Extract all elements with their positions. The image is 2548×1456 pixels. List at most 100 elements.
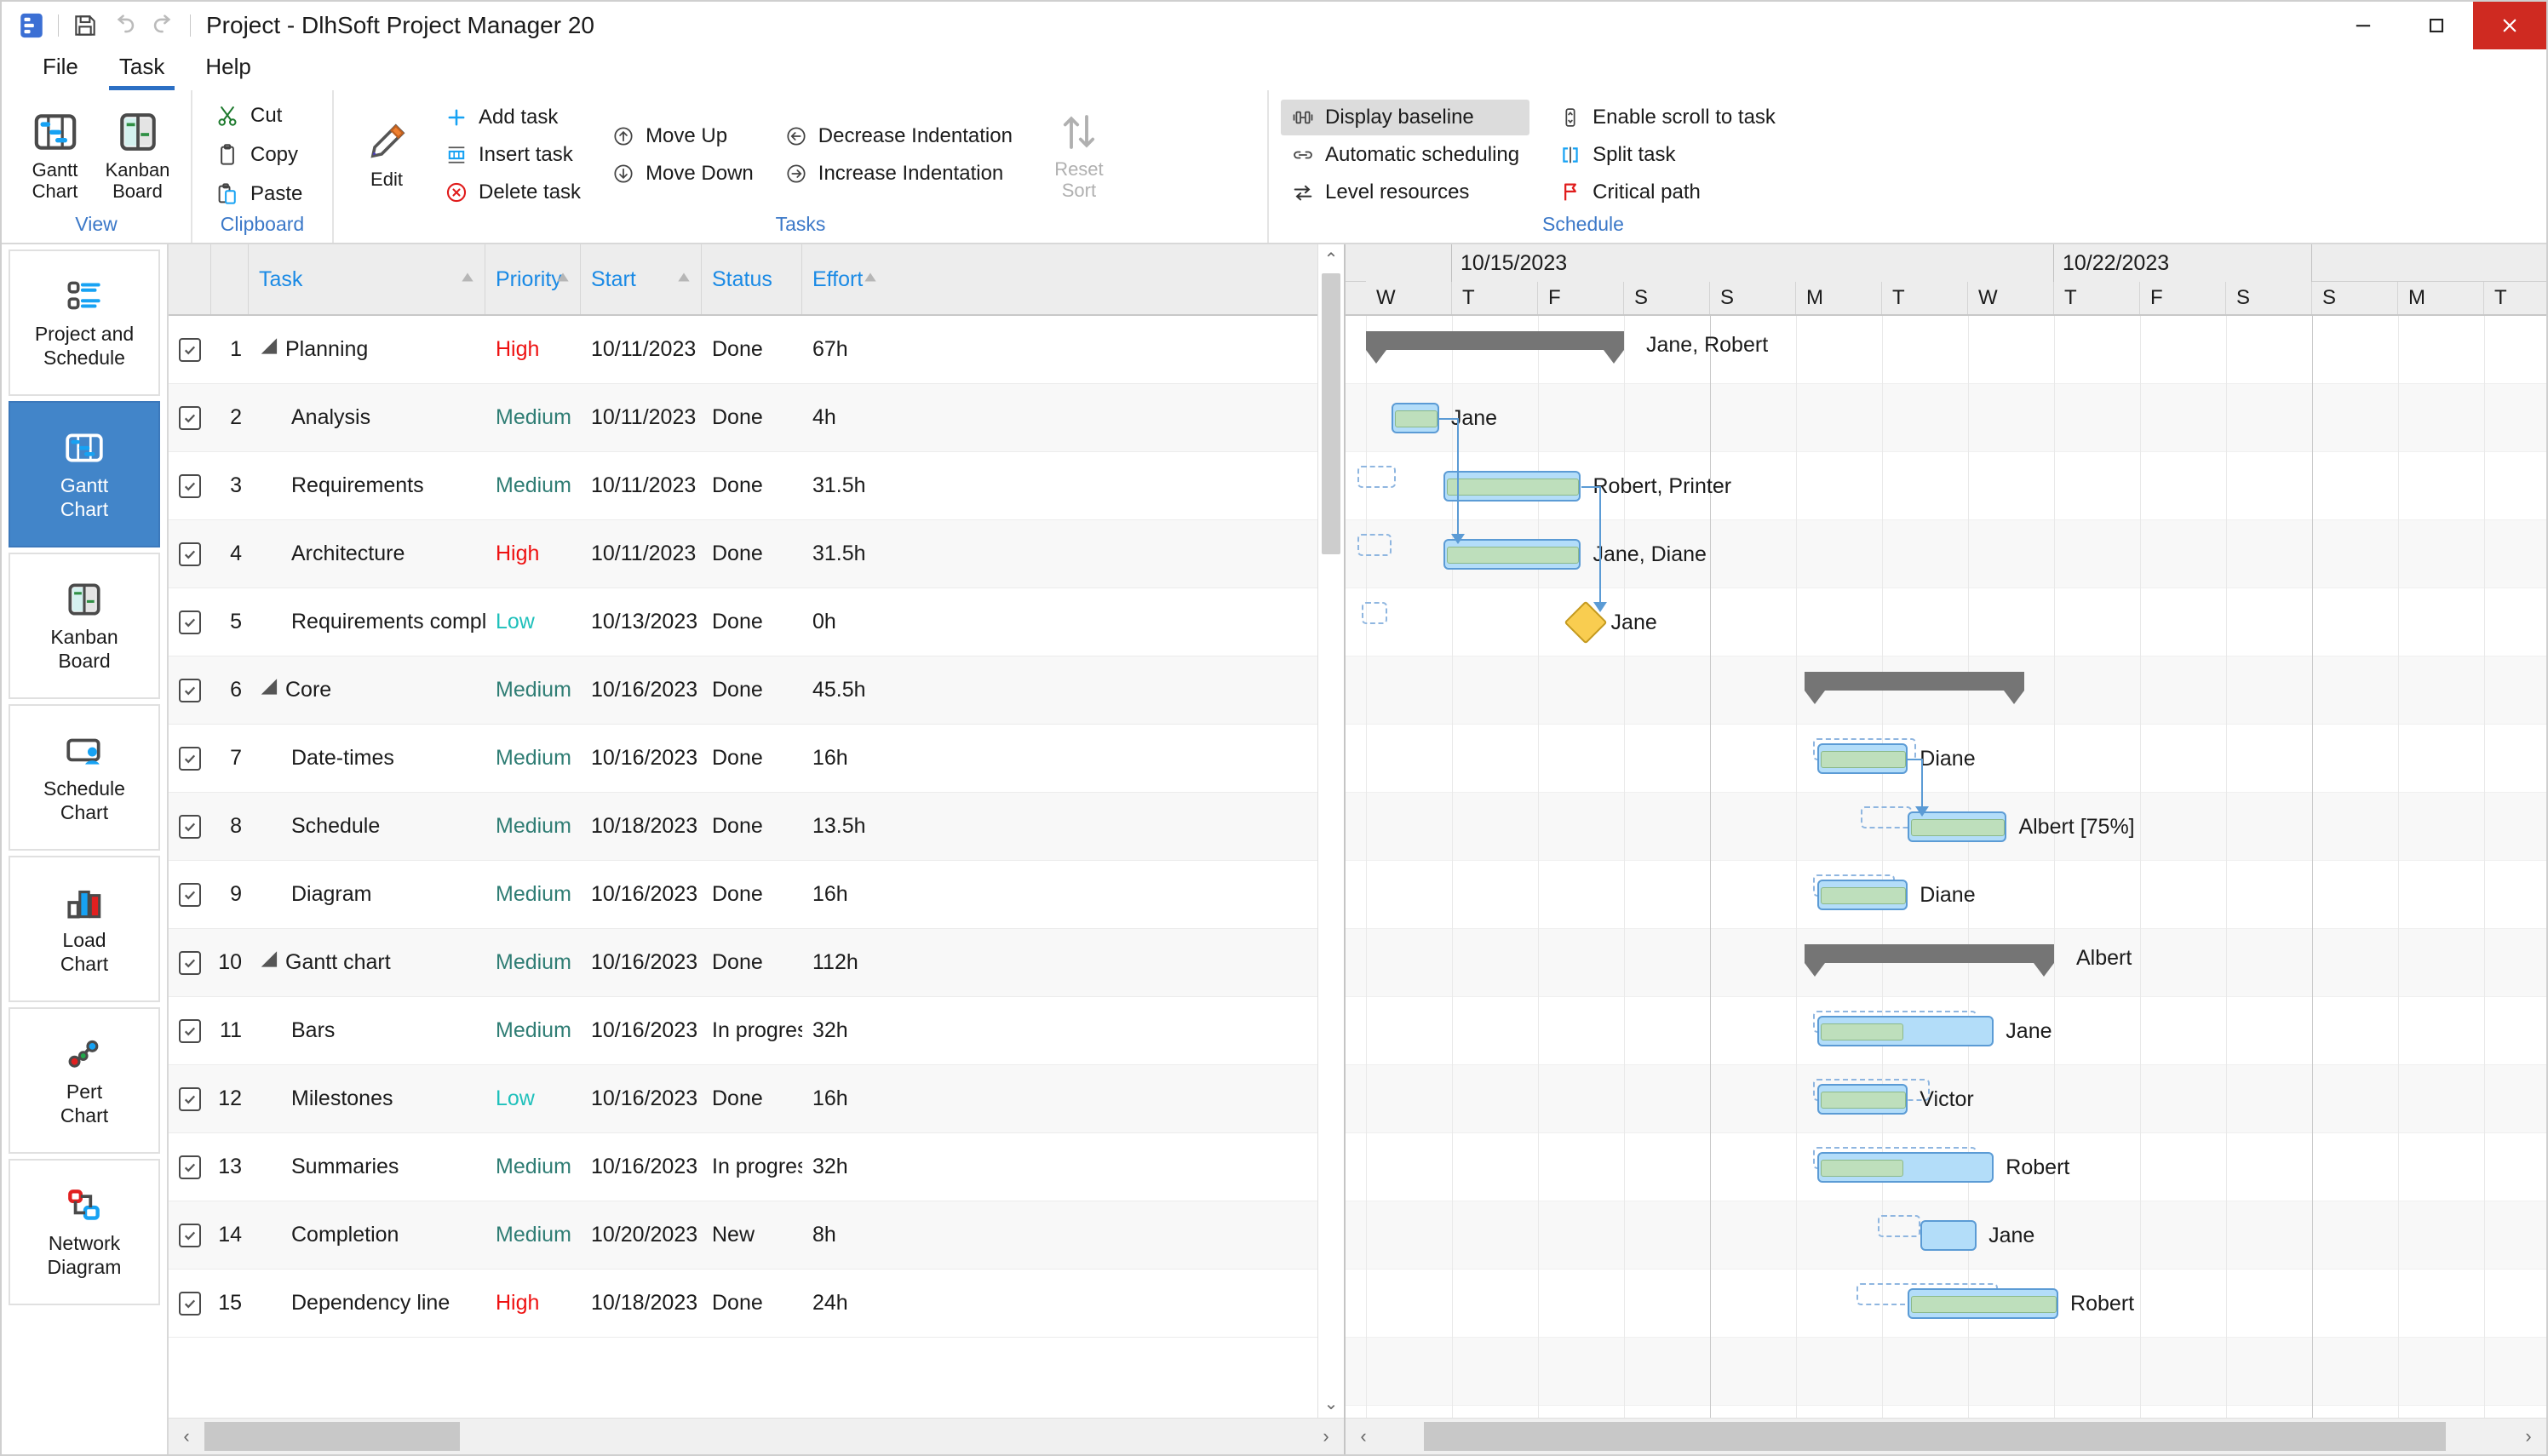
display-baseline-toggle[interactable]: Display baseline bbox=[1281, 100, 1529, 135]
row-effort[interactable]: 16h bbox=[802, 861, 881, 928]
increase-indentation-button[interactable]: Increase Indentation bbox=[774, 156, 1023, 192]
row-effort[interactable]: 32h bbox=[802, 997, 881, 1064]
row-checkbox[interactable] bbox=[179, 815, 201, 839]
row-checkbox[interactable] bbox=[179, 679, 201, 702]
gantt-hscroll-track[interactable] bbox=[1381, 1419, 2511, 1454]
row-checkbox[interactable] bbox=[179, 338, 201, 362]
grid-scroll-right-arrow[interactable]: › bbox=[1308, 1419, 1344, 1454]
vertical-scroll-thumb[interactable] bbox=[1322, 273, 1340, 554]
row-task-name[interactable]: Date-times bbox=[249, 725, 485, 792]
row-status[interactable]: Done bbox=[702, 588, 802, 656]
row-effort[interactable]: 24h bbox=[802, 1270, 881, 1337]
enable-scroll-to-task-toggle[interactable]: Enable scroll to task bbox=[1548, 100, 1786, 135]
row-priority[interactable]: Medium bbox=[485, 793, 581, 860]
expand-collapse-icon[interactable] bbox=[261, 951, 285, 975]
row-priority[interactable]: Medium bbox=[485, 656, 581, 724]
gantt-task-bar[interactable] bbox=[1908, 1288, 2058, 1319]
row-start-date[interactable]: 10/13/2023 2:15 P bbox=[581, 588, 702, 656]
sidebar-item-projectand-schedule[interactable]: Project andSchedule bbox=[9, 249, 160, 396]
vertical-scroll-track[interactable] bbox=[1318, 273, 1344, 1389]
row-start-date[interactable]: 10/20/2023 8:00 A bbox=[581, 1201, 702, 1269]
sidebar-item-network-diagram[interactable]: NetworkDiagram bbox=[9, 1159, 160, 1305]
row-task-name[interactable]: Completion bbox=[249, 1201, 485, 1269]
gantt-chart-area[interactable]: Jane, RobertJaneRobert, PrinterJane, Dia… bbox=[1346, 316, 2546, 1418]
close-button[interactable] bbox=[2473, 2, 2546, 49]
menu-item-help[interactable]: Help bbox=[187, 49, 269, 90]
table-row[interactable]: 15Dependency lineHigh10/18/2023 8:00 ADo… bbox=[169, 1270, 1317, 1338]
header-start[interactable]: Start bbox=[581, 244, 702, 314]
row-priority[interactable]: Medium bbox=[485, 725, 581, 792]
row-task-name[interactable]: Dependency line bbox=[249, 1270, 485, 1337]
row-start-date[interactable]: 10/11/2023 8:00 A bbox=[581, 316, 702, 383]
gantt-scroll-right-arrow[interactable]: › bbox=[2511, 1419, 2546, 1454]
row-checkbox[interactable] bbox=[179, 1087, 201, 1111]
row-priority[interactable]: Low bbox=[485, 1065, 581, 1132]
table-row[interactable]: 13SummariesMedium10/16/2023 8:00 AIn pro… bbox=[169, 1133, 1317, 1201]
row-priority[interactable]: High bbox=[485, 1270, 581, 1337]
row-status[interactable]: Done bbox=[702, 1270, 802, 1337]
automatic-scheduling-toggle[interactable]: Automatic scheduling bbox=[1281, 137, 1529, 173]
gantt-scroll-left-arrow[interactable]: ‹ bbox=[1346, 1419, 1381, 1454]
row-effort[interactable]: 4h bbox=[802, 384, 881, 451]
table-row[interactable]: 7Date-timesMedium10/16/2023 8:00 ADone16… bbox=[169, 725, 1317, 793]
header-task[interactable]: Task bbox=[249, 244, 485, 314]
expand-collapse-icon[interactable] bbox=[261, 679, 285, 702]
sidebar-item-load-chart[interactable]: LoadChart bbox=[9, 856, 160, 1002]
scroll-up-arrow[interactable]: ⌃ bbox=[1318, 244, 1344, 273]
row-effort[interactable]: 32h bbox=[802, 1133, 881, 1201]
row-task-name[interactable]: Diagram bbox=[249, 861, 485, 928]
row-status[interactable]: Done bbox=[702, 384, 802, 451]
row-checkbox[interactable] bbox=[179, 951, 201, 975]
gantt-summary-bar[interactable] bbox=[1805, 672, 2024, 691]
move-down-button[interactable]: Move Down bbox=[601, 156, 764, 192]
sort-indicator-start[interactable] bbox=[675, 267, 692, 292]
row-priority[interactable]: Medium bbox=[485, 1201, 581, 1269]
row-priority[interactable]: Medium bbox=[485, 1133, 581, 1201]
row-task-name[interactable]: Analysis bbox=[249, 384, 485, 451]
row-priority[interactable]: High bbox=[485, 520, 581, 588]
row-status[interactable]: Done bbox=[702, 520, 802, 588]
gantt-hscroll-thumb[interactable] bbox=[1424, 1422, 2446, 1451]
row-task-name[interactable]: Gantt chart bbox=[249, 929, 485, 996]
grid-hscroll-track[interactable] bbox=[204, 1419, 1308, 1454]
gantt-task-bar[interactable] bbox=[1920, 1220, 1977, 1251]
grid-scroll-left-arrow[interactable]: ‹ bbox=[169, 1419, 204, 1454]
gantt-summary-bar[interactable] bbox=[1366, 331, 1624, 350]
table-row[interactable]: 9DiagramMedium10/16/2023 8:00 ADone16h bbox=[169, 861, 1317, 929]
table-row[interactable]: 8ScheduleMedium10/18/2023 8:00 ADone13.5… bbox=[169, 793, 1317, 861]
row-task-name[interactable]: Architecture bbox=[249, 520, 485, 588]
row-task-name[interactable]: Requirements bbox=[249, 452, 485, 519]
row-start-date[interactable]: 10/16/2023 8:00 A bbox=[581, 656, 702, 724]
grid-vertical-scrollbar[interactable]: ⌃ ⌄ bbox=[1317, 244, 1344, 1418]
row-status[interactable]: Done bbox=[702, 656, 802, 724]
row-start-date[interactable]: 10/16/2023 8:00 A bbox=[581, 1133, 702, 1201]
cut-button[interactable]: Cut bbox=[204, 97, 313, 135]
row-status[interactable]: In progress bbox=[702, 997, 802, 1064]
table-row[interactable]: 11BarsMedium10/16/2023 8:00 AIn progress… bbox=[169, 997, 1317, 1065]
row-start-date[interactable]: 10/16/2023 8:00 A bbox=[581, 1065, 702, 1132]
row-status[interactable]: Done bbox=[702, 452, 802, 519]
row-status[interactable]: Done bbox=[702, 316, 802, 383]
table-row[interactable]: 5Requirements completeLow10/13/2023 2:15… bbox=[169, 588, 1317, 656]
table-row[interactable]: 1PlanningHigh10/11/2023 8:00 ADone67h bbox=[169, 316, 1317, 384]
row-status[interactable]: Done bbox=[702, 861, 802, 928]
critical-path-toggle[interactable]: Critical path bbox=[1548, 175, 1786, 210]
app-logo-icon[interactable] bbox=[12, 6, 51, 45]
row-priority[interactable]: Medium bbox=[485, 861, 581, 928]
row-checkbox[interactable] bbox=[179, 1292, 201, 1316]
row-checkbox[interactable] bbox=[179, 883, 201, 907]
row-status[interactable]: New bbox=[702, 1201, 802, 1269]
row-effort[interactable]: 0h bbox=[802, 588, 881, 656]
row-priority[interactable]: Medium bbox=[485, 384, 581, 451]
row-task-name[interactable]: Summaries bbox=[249, 1133, 485, 1201]
row-effort[interactable]: 16h bbox=[802, 1065, 881, 1132]
row-status[interactable]: Done bbox=[702, 725, 802, 792]
row-start-date[interactable]: 10/11/2023 12:15 bbox=[581, 520, 702, 588]
table-row[interactable]: 2AnalysisMedium10/11/2023 8:00 ADone4h bbox=[169, 384, 1317, 452]
gantt-task-bar[interactable] bbox=[1817, 1016, 1994, 1046]
gantt-task-bar[interactable] bbox=[1817, 743, 1908, 774]
grid-hscroll-thumb[interactable] bbox=[204, 1422, 460, 1451]
row-task-name[interactable]: Schedule bbox=[249, 793, 485, 860]
row-status[interactable]: Done bbox=[702, 793, 802, 860]
row-start-date[interactable]: 10/11/2023 12:15 bbox=[581, 452, 702, 519]
